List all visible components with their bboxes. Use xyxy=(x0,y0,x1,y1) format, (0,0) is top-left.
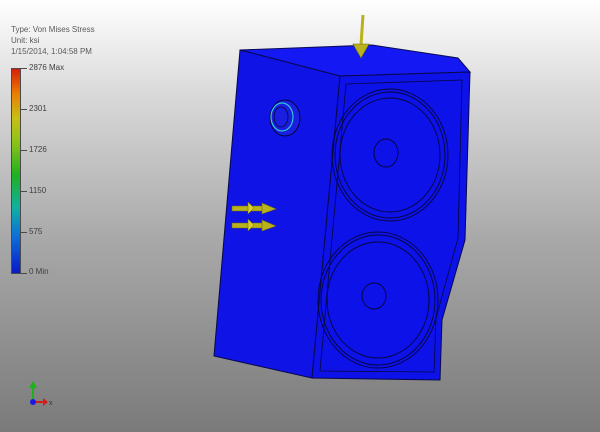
cabinet-front-face xyxy=(311,71,471,381)
axis-triad-icon xyxy=(29,381,48,406)
bass-port xyxy=(269,99,301,137)
model-viewport[interactable]: x xyxy=(0,0,600,432)
x-axis-label: x xyxy=(49,400,53,407)
